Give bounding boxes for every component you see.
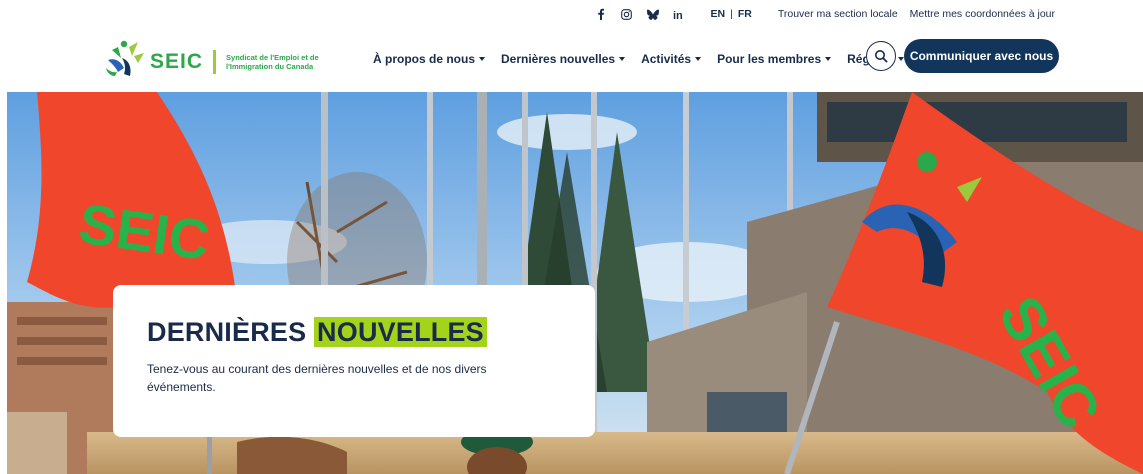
search-icon bbox=[875, 50, 888, 63]
hero-banner: SEIC SEIC DERNIÈRES NOUVELLES Tenez-vous… bbox=[7, 92, 1143, 474]
find-local-link[interactable]: Trouver ma section locale bbox=[778, 8, 898, 20]
social-links: in bbox=[595, 8, 685, 20]
contact-us-button[interactable]: Communiquer avec nous bbox=[904, 39, 1059, 73]
site-logo[interactable]: SEIC Syndicat de l'Emploi et de l'Immigr… bbox=[104, 28, 336, 90]
linkedin-icon[interactable]: in bbox=[673, 8, 685, 20]
nav-item-news[interactable]: Dernières nouvelles bbox=[501, 52, 626, 66]
logo-mark-icon bbox=[106, 40, 144, 76]
search-button[interactable] bbox=[866, 41, 896, 71]
nav-label: Dernières nouvelles bbox=[501, 52, 616, 66]
nav-label: À propos de nous bbox=[373, 52, 475, 66]
lang-en-link[interactable]: EN bbox=[711, 8, 726, 20]
main-nav: À propos de nous Dernières nouvelles Act… bbox=[373, 28, 905, 90]
logo-tagline: Syndicat de l'Emploi et de l'Immigration… bbox=[226, 53, 319, 71]
logo-divider bbox=[213, 50, 217, 74]
nav-label: Activités bbox=[641, 52, 692, 66]
bluesky-icon[interactable] bbox=[646, 8, 659, 20]
nav-item-about[interactable]: À propos de nous bbox=[373, 52, 485, 66]
chevron-down-icon bbox=[619, 57, 626, 61]
utility-bar: in EN | FR Trouver ma section locale Met… bbox=[0, 0, 1143, 28]
chevron-down-icon bbox=[695, 57, 702, 61]
page-description: Tenez-vous au courant des dernières nouv… bbox=[147, 362, 487, 394]
site-header: SEIC Syndicat de l'Emploi et de l'Immigr… bbox=[0, 28, 1143, 90]
lang-fr-link[interactable]: FR bbox=[738, 8, 752, 20]
nav-item-activities[interactable]: Activités bbox=[641, 52, 702, 66]
update-info-link[interactable]: Mettre mes coordonnées à jour bbox=[910, 8, 1055, 20]
logo-wordmark: SEIC bbox=[150, 50, 204, 73]
language-switcher: EN | FR bbox=[711, 8, 752, 20]
lang-separator: | bbox=[730, 8, 733, 20]
title-part-1: DERNIÈRES bbox=[147, 317, 307, 347]
nav-label: Pour les membres bbox=[717, 52, 822, 66]
instagram-icon[interactable] bbox=[621, 8, 633, 20]
chevron-down-icon bbox=[479, 57, 485, 61]
chevron-down-icon bbox=[825, 57, 832, 61]
nav-item-members[interactable]: Pour les membres bbox=[717, 52, 832, 66]
page-title: DERNIÈRES NOUVELLES bbox=[147, 317, 561, 348]
news-card: DERNIÈRES NOUVELLES Tenez-vous au couran… bbox=[113, 285, 595, 437]
title-highlight: NOUVELLES bbox=[314, 317, 487, 347]
svg-text:in: in bbox=[673, 10, 683, 20]
facebook-icon[interactable] bbox=[595, 8, 607, 20]
